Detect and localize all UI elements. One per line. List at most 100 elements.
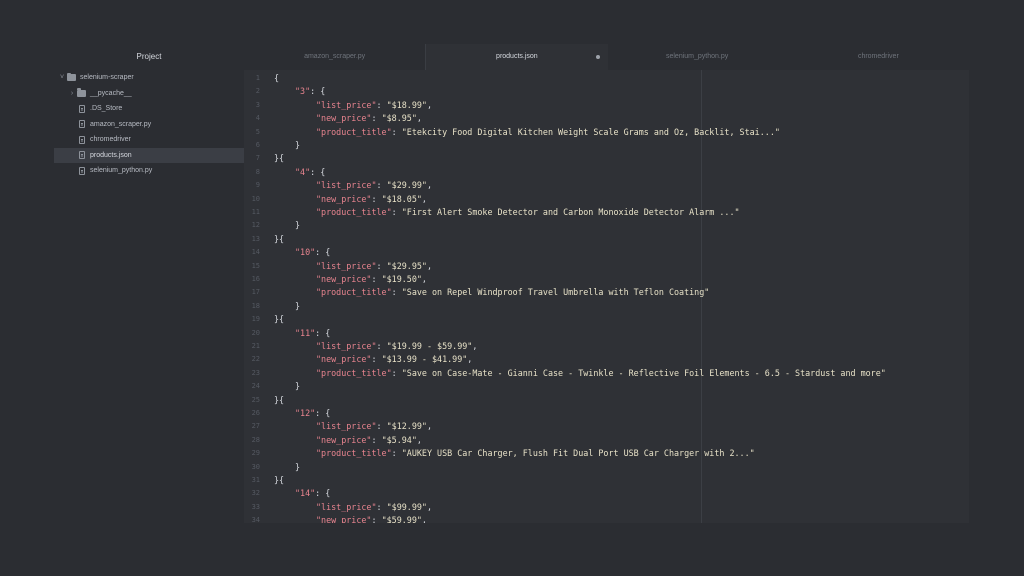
code-text: }{ (274, 152, 284, 165)
code-text: "new_price": "$13.99 - $41.99", (316, 354, 473, 365)
code-line[interactable]: 17 "product_title": "Save on Repel Windpr… (244, 286, 969, 299)
tab-label: selenium_python.py (665, 53, 729, 60)
tree-file[interactable]: selenium_python.py (54, 163, 244, 179)
json-string-value: "$5.94" (381, 434, 417, 445)
code-line[interactable]: 14 "10": { (244, 246, 969, 259)
json-key: "12" (295, 408, 316, 418)
line-number: 21 (251, 342, 260, 350)
code-line[interactable]: 19}{ (244, 313, 969, 326)
line-number: 24 (251, 382, 260, 391)
line-number: 5 (255, 127, 260, 136)
json-string-value: "AUKEY USB Car Charger, Flush Fit Dual P… (401, 448, 755, 459)
chevron-down-icon[interactable]: ˅ (58, 70, 66, 86)
tree-folder[interactable]: › __pycache__ (54, 86, 244, 102)
json-key: "3" (295, 86, 311, 97)
json-punctuation: : { (315, 247, 331, 258)
json-key: "product_title" (316, 448, 392, 459)
json-punctuation: , (416, 113, 422, 124)
code-line[interactable]: 1{ (244, 72, 969, 85)
file-icon (79, 166, 85, 175)
json-punctuation: : { (315, 488, 331, 499)
tab-bar: amazon_scraper.py products.json selenium_p… (244, 44, 969, 70)
code-line[interactable]: 7}{ (244, 152, 969, 165)
json-key: "11" (295, 327, 316, 338)
tree-item-label: selenium-scraper (80, 74, 134, 81)
tab-amazon-scraper-py[interactable]: amazon_scraper.py (244, 44, 425, 70)
json-punctuation: }{ (274, 233, 285, 244)
code-line[interactable]: 13}{ (244, 233, 969, 246)
code-line[interactable]: 27 "list_price": "$12.99", (244, 420, 969, 433)
json-string-value: "$8.95" (381, 113, 417, 124)
modified-dot-icon[interactable] (595, 55, 600, 59)
chevron-right-icon[interactable]: › (68, 86, 76, 102)
json-key: "new_price" (316, 274, 372, 284)
code-line[interactable]: 9 "list_price": "$29.99", (244, 179, 969, 192)
line-number: 8 (255, 167, 260, 176)
code-text: "new_price": "$59.99", (316, 514, 427, 523)
code-line[interactable]: 28 "new_price": "$5.94", (244, 434, 969, 447)
tree-file[interactable]: products.json (54, 147, 244, 163)
code-line[interactable]: 8 "4": { (244, 166, 969, 179)
code-editor[interactable]: 1{2 "3": {3 "list_price": "$18.99", 4 "new_p… (244, 70, 969, 523)
tab-chromedriver[interactable]: chromedriver (788, 44, 969, 70)
code-line[interactable]: 29 "product_title": "AUKEY USB Car Charge… (244, 447, 969, 460)
json-string-value: "$59.99" (381, 515, 422, 523)
json-string-value: "$18.99" (386, 99, 427, 110)
code-line[interactable]: 26 "12": { (244, 407, 969, 420)
tree-file[interactable]: chromedriver (54, 132, 244, 148)
code-line[interactable]: 15 "list_price": "$29.95", (244, 260, 969, 273)
code-line[interactable]: 16 "new_price": "$19.50", (244, 273, 969, 286)
line-number: 11 (251, 208, 260, 216)
json-key: "new_price" (316, 113, 372, 124)
code-line[interactable]: 23 "product_title": "Save on Case-Mate - … (244, 367, 969, 380)
code-line[interactable]: 5 "product_title": "Etekcity Food Digital… (244, 126, 969, 139)
tree-file[interactable]: .DS_Store (54, 101, 244, 117)
code-line[interactable]: 24} (244, 380, 969, 393)
code-line[interactable]: 34 "new_price": "$59.99", (244, 514, 969, 523)
code-line[interactable]: 18} (244, 300, 969, 313)
json-string-value: "$13.99 - $41.99" (381, 354, 468, 365)
editor-window: Project ˅ selenium-scraper › __pycache__ .DS… (54, 44, 969, 523)
json-key: "list_price" (316, 99, 377, 110)
code-line[interactable]: 6} (244, 139, 969, 152)
code-line[interactable]: 10 "new_price": "$18.05", (244, 193, 969, 206)
json-punctuation: } (295, 381, 301, 392)
json-key: "14" (295, 488, 316, 499)
code-line[interactable]: 30} (244, 461, 969, 474)
code-text: "list_price": "$18.99", (316, 99, 432, 110)
json-punctuation: , (467, 354, 473, 365)
json-punctuation: }{ (274, 394, 285, 405)
json-key: "list_price" (316, 501, 377, 512)
code-text: }{ (274, 313, 284, 326)
sidebar-title: Project (136, 52, 162, 61)
code-text: } (295, 300, 300, 313)
line-number: 33 (251, 502, 260, 511)
code-line[interactable]: 21 "list_price": "$19.99 - $59.99", (244, 340, 969, 353)
code-text: "list_price": "$99.99", (316, 501, 432, 512)
tab-selenium-python-py[interactable]: selenium_python.py (607, 44, 788, 70)
code-line[interactable]: 31}{ (244, 474, 969, 487)
json-key: "product_title" (316, 367, 392, 378)
project-sidebar: Project ˅ selenium-scraper › __pycache__ .DS… (54, 44, 244, 523)
tree-file[interactable]: amazon_scraper.py (54, 117, 244, 133)
code-text: "new_price": "$5.94", (316, 434, 422, 445)
json-key: "list_price" (316, 341, 377, 351)
code-line[interactable]: 25}{ (244, 394, 969, 407)
code-line[interactable]: 3 "list_price": "$18.99", (244, 99, 969, 112)
code-line[interactable]: 32 "14": { (244, 487, 969, 500)
code-text: "list_price": "$29.95", (316, 260, 432, 271)
code-line[interactable]: 20 "11": { (244, 327, 969, 340)
code-text: }{ (274, 233, 284, 246)
tab-products-json[interactable]: products.json (425, 44, 608, 70)
code-text: "product_title": "First Alert Smoke Dete… (316, 207, 740, 217)
code-line[interactable]: 11 "product_title": "First Alert Smoke De… (244, 206, 969, 219)
code-text: } (295, 461, 300, 474)
code-line[interactable]: 22 "new_price": "$13.99 - $41.99", (244, 353, 969, 366)
json-punctuation: , (421, 515, 427, 523)
code-line[interactable]: 33 "list_price": "$99.99", (244, 501, 969, 514)
tree-folder[interactable]: ˅ selenium-scraper (54, 70, 244, 86)
json-string-value: "$19.50" (381, 274, 422, 284)
code-line[interactable]: 2 "3": { (244, 85, 969, 98)
code-line[interactable]: 12} (244, 219, 969, 232)
code-line[interactable]: 4 "new_price": "$8.95", (244, 112, 969, 125)
